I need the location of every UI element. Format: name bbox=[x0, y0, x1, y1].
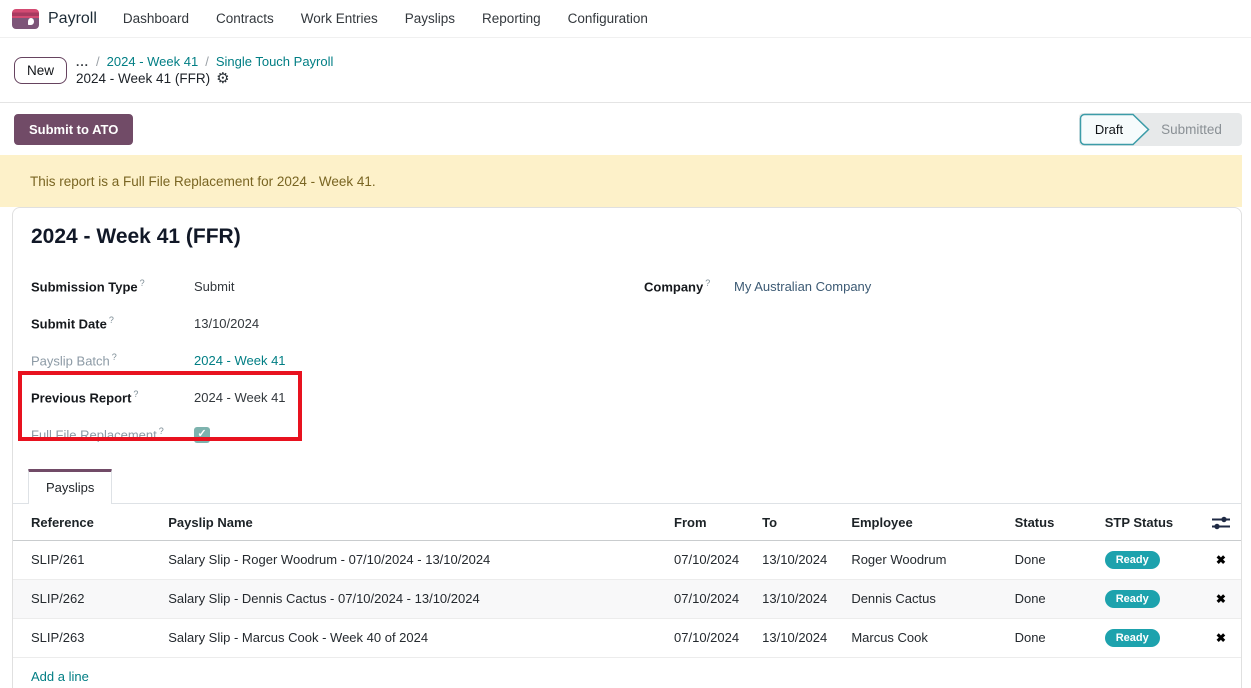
cell-from: 07/10/2024 bbox=[657, 579, 745, 618]
cell-status: Done bbox=[998, 540, 1088, 579]
help-icon: ? bbox=[140, 278, 145, 288]
help-icon: ? bbox=[133, 389, 138, 399]
nav-item-work-entries[interactable]: Work Entries bbox=[301, 11, 378, 26]
field-previous-report: Previous Report? 2024 - Week 41 bbox=[31, 379, 644, 416]
cell-reference: SLIP/263 bbox=[13, 618, 151, 657]
delete-row-icon[interactable]: ✖ bbox=[1212, 553, 1230, 567]
add-line-row: Add a line bbox=[13, 657, 1241, 688]
help-icon: ? bbox=[109, 315, 114, 325]
breadcrumb-link-batch[interactable]: 2024 - Week 41 bbox=[107, 54, 199, 69]
cell-employee: Marcus Cook bbox=[834, 618, 997, 657]
app-name[interactable]: Payroll bbox=[48, 10, 97, 28]
stp-status-badge: Ready bbox=[1105, 629, 1160, 647]
cell-employee: Dennis Cactus bbox=[834, 579, 997, 618]
submit-to-ato-button[interactable]: Submit to ATO bbox=[14, 114, 133, 145]
payroll-stp-form-screen: Payroll Dashboard Contracts Work Entries… bbox=[0, 0, 1251, 688]
cell-from: 07/10/2024 bbox=[657, 540, 745, 579]
field-payslip-batch: Payslip Batch? 2024 - Week 41 bbox=[31, 342, 644, 379]
col-header-payslip-name[interactable]: Payslip Name bbox=[151, 504, 657, 540]
field-submission-type: Submission Type? Submit bbox=[31, 268, 644, 305]
cell-to: 13/10/2024 bbox=[745, 618, 834, 657]
cell-to: 13/10/2024 bbox=[745, 540, 834, 579]
cell-from: 07/10/2024 bbox=[657, 618, 745, 657]
field-grid: Submission Type? Submit Submit Date? 13/… bbox=[31, 268, 1223, 453]
field-full-file-replacement: Full File Replacement? ✓ bbox=[31, 416, 644, 453]
cell-reference: SLIP/262 bbox=[13, 579, 151, 618]
nav-item-configuration[interactable]: Configuration bbox=[568, 11, 648, 26]
breadcrumb-separator: / bbox=[205, 54, 209, 69]
breadcrumb-link-stp[interactable]: Single Touch Payroll bbox=[216, 54, 334, 69]
breadcrumb-current: 2024 - Week 41 (FFR) bbox=[76, 71, 210, 86]
stp-status-badge: Ready bbox=[1105, 551, 1160, 569]
add-a-line-link[interactable]: Add a line bbox=[31, 669, 89, 684]
check-icon: ✓ bbox=[197, 429, 206, 440]
breadcrumb-ellipsis[interactable]: ... bbox=[76, 55, 89, 69]
previous-report-value[interactable]: 2024 - Week 41 bbox=[194, 390, 286, 405]
payslip-batch-label: Payslip Batch bbox=[31, 354, 110, 369]
col-header-employee[interactable]: Employee bbox=[834, 504, 997, 540]
delete-row-icon[interactable]: ✖ bbox=[1212, 631, 1230, 645]
payslip-batch-value[interactable]: 2024 - Week 41 bbox=[194, 353, 286, 368]
cell-employee: Roger Woodrum bbox=[834, 540, 997, 579]
stage-draft[interactable]: Draft bbox=[1079, 113, 1151, 146]
new-button[interactable]: New bbox=[14, 57, 67, 84]
gear-icon[interactable]: ⚙ bbox=[216, 71, 229, 86]
field-company: Company? My Australian Company bbox=[644, 268, 871, 305]
help-icon: ? bbox=[112, 352, 117, 362]
submission-type-label: Submission Type bbox=[31, 280, 138, 295]
cell-status: Done bbox=[998, 579, 1088, 618]
full-file-replacement-label: Full File Replacement bbox=[31, 428, 157, 443]
nav-item-dashboard[interactable]: Dashboard bbox=[123, 11, 189, 26]
payslips-table: Reference Payslip Name From To Employee … bbox=[13, 504, 1241, 688]
company-value[interactable]: My Australian Company bbox=[734, 279, 871, 294]
nav-item-payslips[interactable]: Payslips bbox=[405, 11, 455, 26]
delete-row-icon[interactable]: ✖ bbox=[1212, 592, 1230, 606]
previous-report-label: Previous Report bbox=[31, 391, 131, 406]
nav-item-reporting[interactable]: Reporting bbox=[482, 11, 541, 26]
breadcrumb-area: New ... / 2024 - Week 41 / Single Touch … bbox=[0, 38, 1251, 103]
submit-date-value[interactable]: 13/10/2024 bbox=[194, 316, 259, 331]
cell-to: 13/10/2024 bbox=[745, 579, 834, 618]
cell-payslip-name: Salary Slip - Roger Woodrum - 07/10/2024… bbox=[151, 540, 657, 579]
help-icon: ? bbox=[705, 278, 710, 288]
tab-payslips[interactable]: Payslips bbox=[28, 469, 112, 504]
nav-item-contracts[interactable]: Contracts bbox=[216, 11, 274, 26]
nav-menu: Dashboard Contracts Work Entries Payslip… bbox=[123, 11, 648, 26]
col-header-from[interactable]: From bbox=[657, 504, 745, 540]
field-submit-date: Submit Date? 13/10/2024 bbox=[31, 305, 644, 342]
status-pipeline: Draft Submitted bbox=[1079, 113, 1242, 146]
col-header-to[interactable]: To bbox=[745, 504, 834, 540]
table-row[interactable]: SLIP/262 Salary Slip - Dennis Cactus - 0… bbox=[13, 579, 1241, 618]
col-header-status[interactable]: Status bbox=[998, 504, 1088, 540]
form-sheet: 2024 - Week 41 (FFR) Submission Type? Su… bbox=[12, 207, 1242, 688]
top-nav: Payroll Dashboard Contracts Work Entries… bbox=[0, 0, 1251, 38]
submit-date-label: Submit Date bbox=[31, 317, 107, 332]
stage-draft-label: Draft bbox=[1095, 122, 1124, 137]
alert-text: This report is a Full File Replacement f… bbox=[30, 174, 376, 189]
company-label: Company bbox=[644, 280, 703, 295]
col-header-reference[interactable]: Reference bbox=[13, 504, 151, 540]
table-row[interactable]: SLIP/261 Salary Slip - Roger Woodrum - 0… bbox=[13, 540, 1241, 579]
breadcrumb-separator: / bbox=[96, 54, 100, 69]
ffr-warning-alert: This report is a Full File Replacement f… bbox=[0, 155, 1242, 207]
col-header-stp-status[interactable]: STP Status bbox=[1088, 504, 1201, 540]
cell-status: Done bbox=[998, 618, 1088, 657]
table-header-row: Reference Payslip Name From To Employee … bbox=[13, 504, 1241, 540]
optional-columns-icon[interactable] bbox=[1211, 515, 1231, 531]
full-file-replacement-checkbox[interactable]: ✓ bbox=[194, 427, 210, 443]
submission-type-value[interactable]: Submit bbox=[194, 279, 234, 294]
stp-status-badge: Ready bbox=[1105, 590, 1160, 608]
table-row[interactable]: SLIP/263 Salary Slip - Marcus Cook - Wee… bbox=[13, 618, 1241, 657]
payroll-app-icon[interactable] bbox=[12, 9, 39, 29]
record-title: 2024 - Week 41 (FFR) bbox=[31, 225, 1223, 249]
cell-payslip-name: Salary Slip - Marcus Cook - Week 40 of 2… bbox=[151, 618, 657, 657]
help-icon: ? bbox=[159, 426, 164, 436]
breadcrumb: ... / 2024 - Week 41 / Single Touch Payr… bbox=[76, 54, 333, 86]
cell-reference: SLIP/261 bbox=[13, 540, 151, 579]
cell-payslip-name: Salary Slip - Dennis Cactus - 07/10/2024… bbox=[151, 579, 657, 618]
status-bar: Submit to ATO Draft Submitted bbox=[0, 103, 1251, 155]
notebook-tabs: Payslips bbox=[13, 469, 1241, 504]
